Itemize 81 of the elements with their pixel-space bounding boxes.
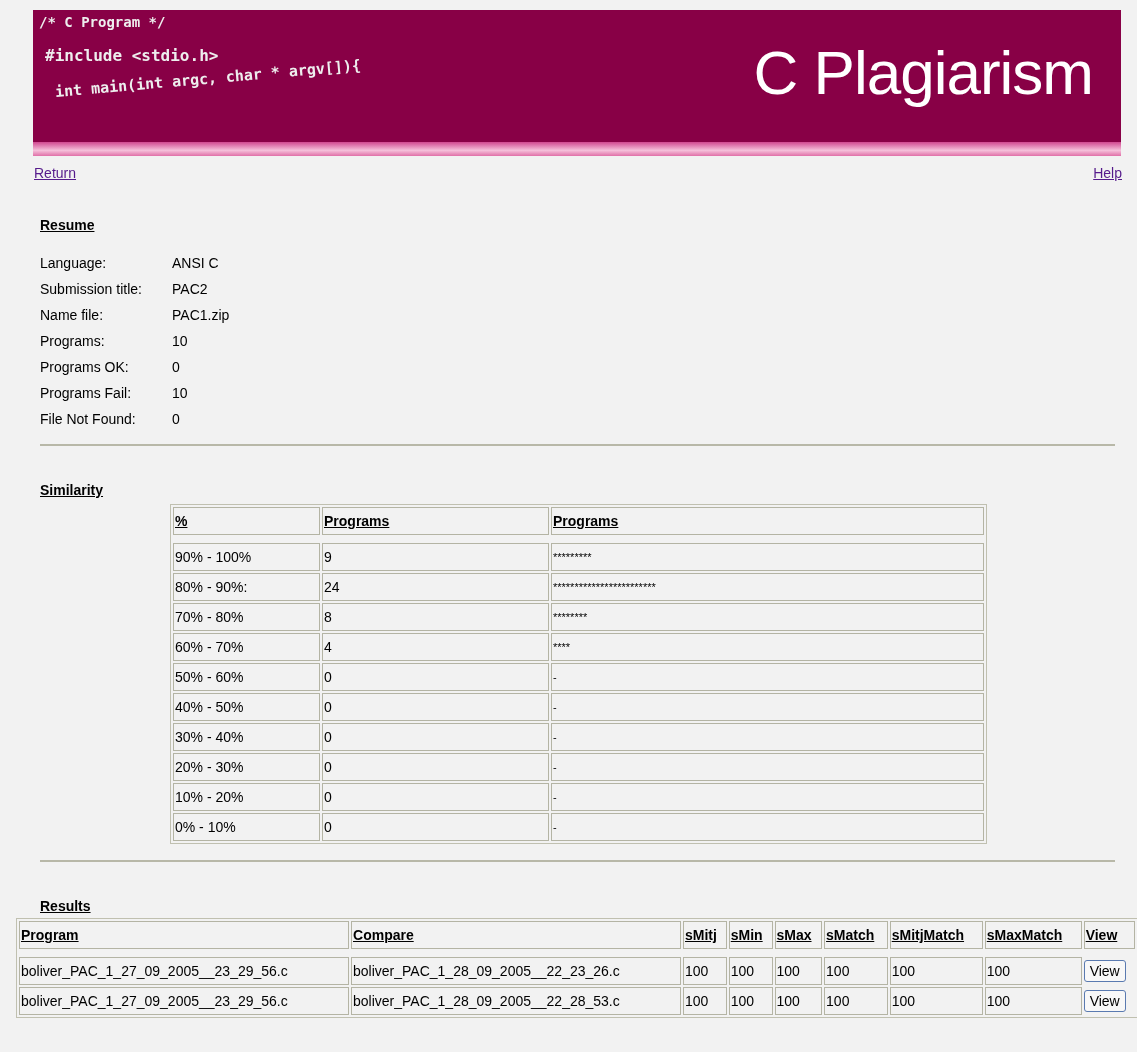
table-cell: boliver_PAC_1_28_09_2005__22_23_26.c xyxy=(351,957,682,985)
table-cell: 0 xyxy=(322,813,549,841)
column-header: Program xyxy=(19,921,349,949)
column-header: sMin xyxy=(728,921,773,949)
table-cell: **** xyxy=(551,633,984,661)
table-cell: 80% - 90%: xyxy=(173,573,320,601)
section-heading: Similarity xyxy=(40,482,104,498)
field-value: 10 xyxy=(172,385,189,401)
table-cell: 100 xyxy=(774,957,823,985)
field-value: 10 xyxy=(172,333,189,349)
table-cell: 100 xyxy=(984,987,1082,1015)
table-cell: boliver_PAC_1_27_09_2005__23_29_56.c xyxy=(19,987,349,1015)
table-cell: 100 xyxy=(984,957,1082,985)
field-label: Programs Fail: xyxy=(40,385,133,401)
table-cell: 0 xyxy=(322,783,549,811)
section-heading: Results xyxy=(40,898,91,914)
table-cell: 100 xyxy=(889,957,983,985)
table-cell: 70% - 80% xyxy=(173,603,320,631)
return-link[interactable]: Return xyxy=(34,165,77,181)
table-cell: 24 xyxy=(322,573,549,601)
table-cell: 0% - 10% xyxy=(173,813,320,841)
table-cell: 9 xyxy=(322,543,549,571)
column-header: Compare xyxy=(351,921,682,949)
field-label: Programs: xyxy=(40,333,106,349)
table-cell: ******** xyxy=(551,603,984,631)
field-value: PAC1.zip xyxy=(172,307,231,323)
table-cell: boliver_PAC_1_27_09_2005__23_29_56.c xyxy=(19,957,349,985)
table-cell: 0 xyxy=(322,663,549,691)
field-label: Submission title: xyxy=(40,281,143,297)
table-cell: - xyxy=(551,753,984,781)
table-cell: 20% - 30% xyxy=(173,753,320,781)
field-label: File Not Found: xyxy=(40,411,137,427)
table-cell: 0 xyxy=(322,753,549,781)
table-cell: - xyxy=(551,693,984,721)
help-link[interactable]: Help xyxy=(1093,165,1122,181)
field-value: ANSI C xyxy=(172,255,220,271)
column-header: % xyxy=(173,507,320,535)
table-cell: 100 xyxy=(683,957,727,985)
view-button[interactable]: View xyxy=(1083,960,1126,982)
table-cell: - xyxy=(551,723,984,751)
table-cell: 8 xyxy=(322,603,549,631)
table-cell: 4 xyxy=(322,633,549,661)
column-header: Programs xyxy=(322,507,549,535)
table-cell: 10% - 20% xyxy=(173,783,320,811)
table-cell: boliver_PAC_1_28_09_2005__22_28_53.c xyxy=(351,987,682,1015)
field-label: Language: xyxy=(40,255,108,271)
table-cell: - xyxy=(551,783,984,811)
table-cell: ************************ xyxy=(551,573,984,601)
table-cell: 30% - 40% xyxy=(173,723,320,751)
table-cell: 100 xyxy=(824,957,888,985)
table-cell: 100 xyxy=(889,987,983,1015)
field-label: Name file: xyxy=(40,307,105,323)
field-label: Programs OK: xyxy=(40,359,130,375)
table-cell: 60% - 70% xyxy=(173,633,320,661)
column-header: sMaxMatch xyxy=(984,921,1082,949)
field-value: 0 xyxy=(172,359,181,375)
table-cell: - xyxy=(551,663,984,691)
table-cell: 100 xyxy=(774,987,823,1015)
table-cell: 40% - 50% xyxy=(173,693,320,721)
table-cell: ********* xyxy=(551,543,984,571)
column-header: sMax xyxy=(774,921,823,949)
column-header: Programs xyxy=(551,507,984,535)
column-header: sMitjMatch xyxy=(889,921,983,949)
field-value: 0 xyxy=(172,411,181,427)
table-cell: 100 xyxy=(683,987,727,1015)
code-text: #include <stdio.h> xyxy=(45,46,220,65)
code-text: /* C Program */ xyxy=(39,14,167,30)
table-cell: 100 xyxy=(728,957,773,985)
column-header: sMatch xyxy=(824,921,888,949)
table-cell: 100 xyxy=(824,987,888,1015)
table-cell: 0 xyxy=(322,723,549,751)
column-header: View xyxy=(1083,921,1135,949)
field-value: PAC2 xyxy=(172,281,209,297)
table-cell: 100 xyxy=(728,987,773,1015)
table-cell: 0 xyxy=(322,693,549,721)
table-cell: 50% - 60% xyxy=(173,663,320,691)
table-cell: - xyxy=(551,813,984,841)
column-header: sMitj xyxy=(683,921,727,949)
section-heading: Resume xyxy=(40,217,95,233)
view-button[interactable]: View xyxy=(1083,990,1126,1012)
table-cell: 90% - 100% xyxy=(173,543,320,571)
